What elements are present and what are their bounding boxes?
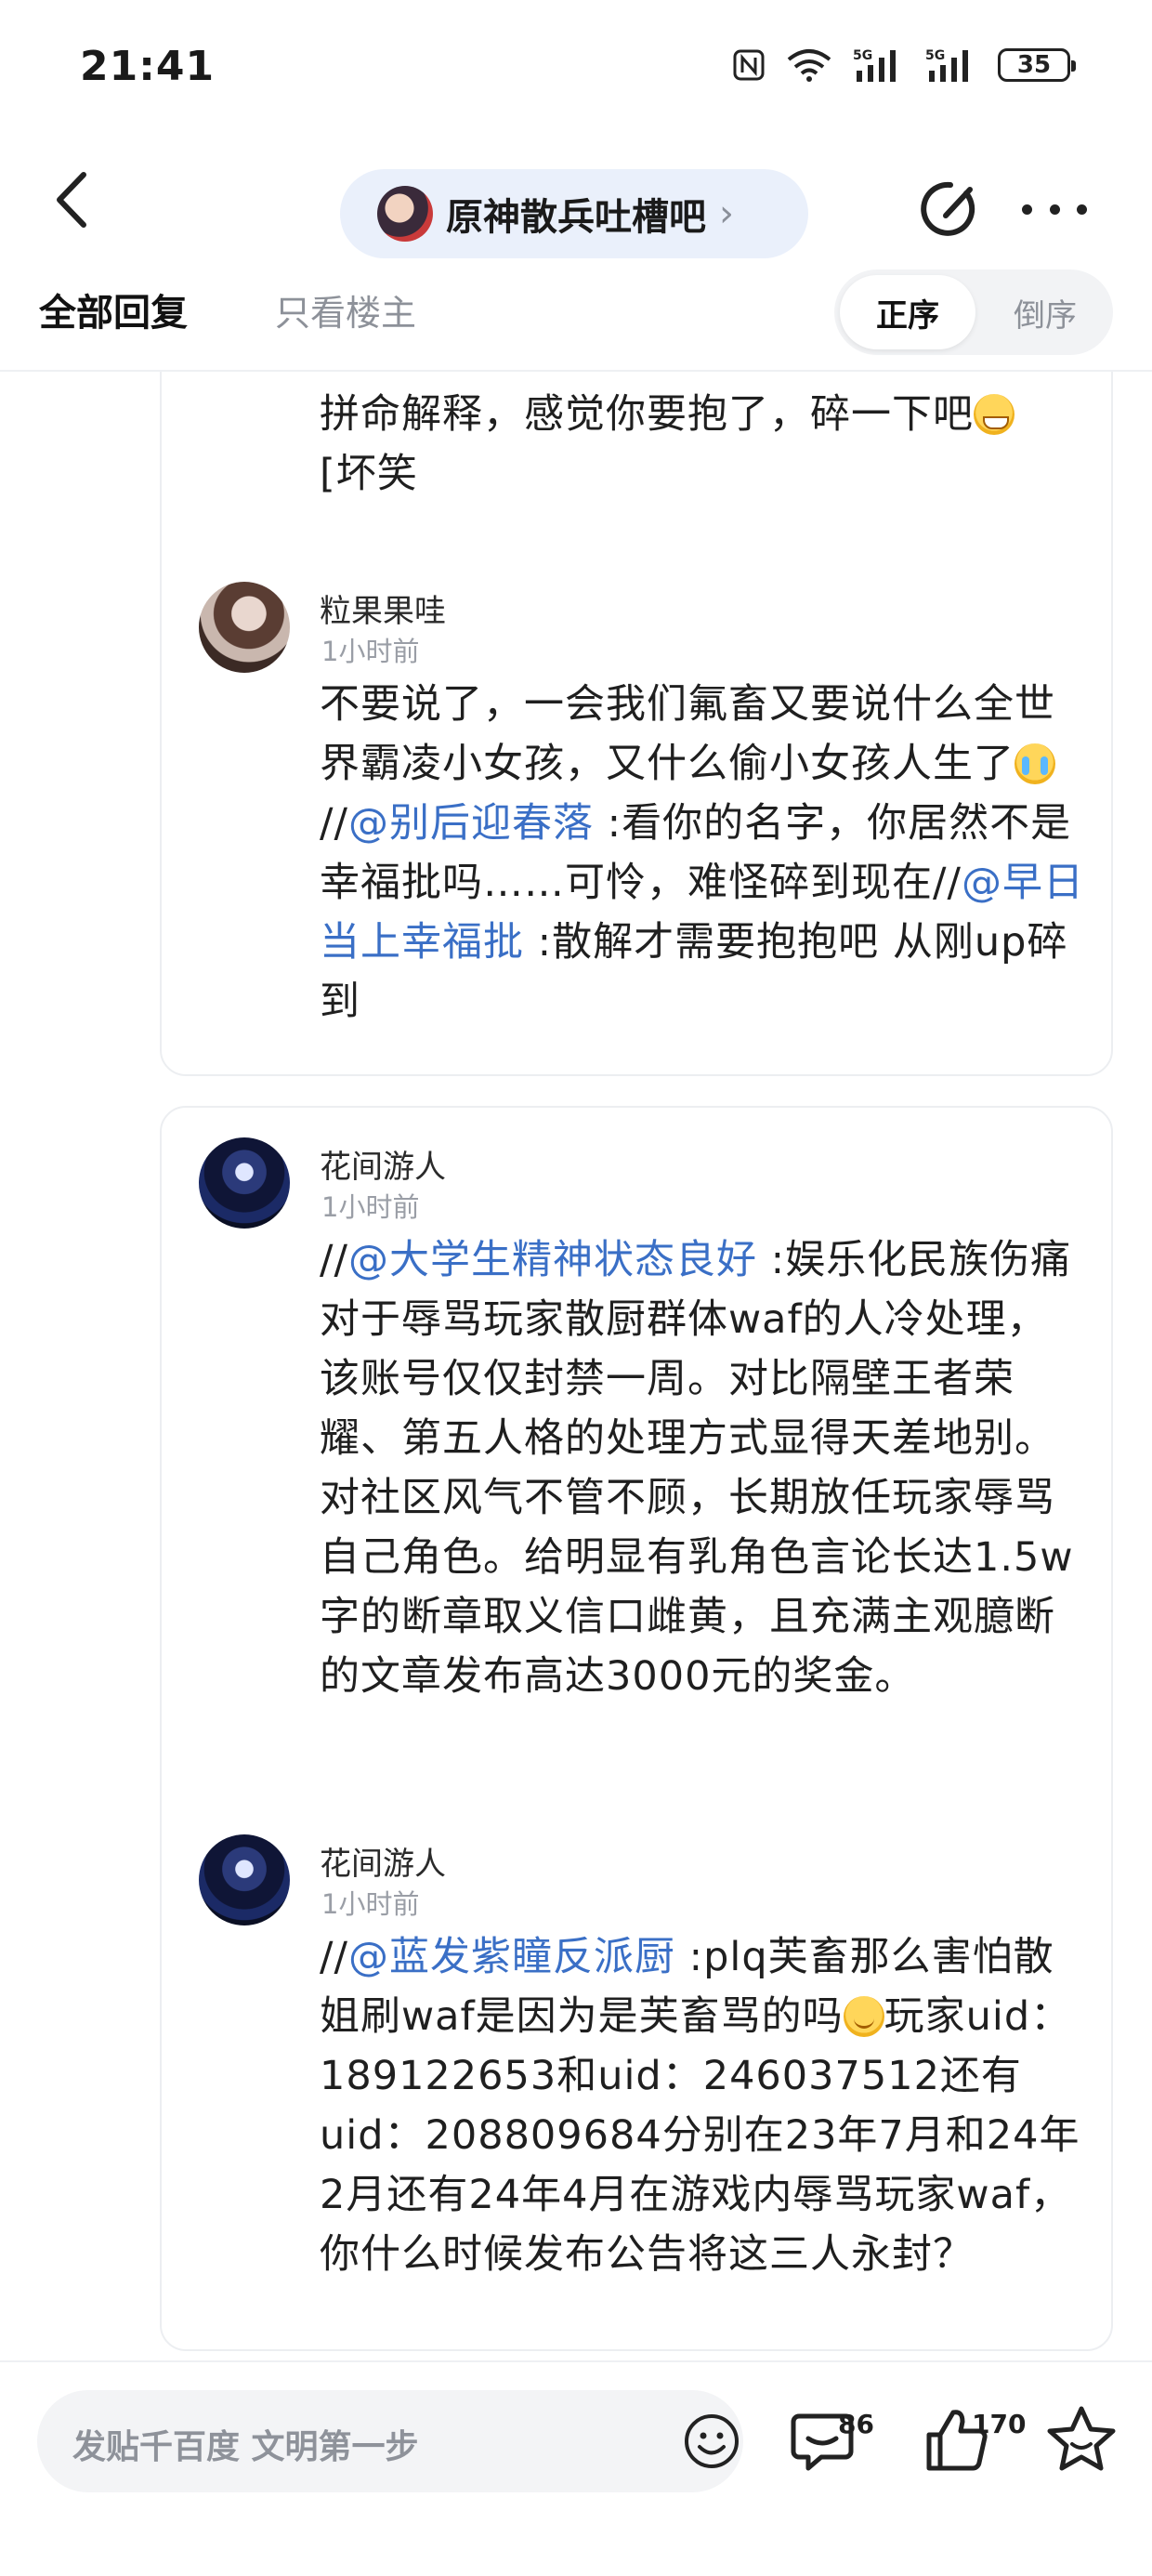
sort-descending-button[interactable]: 倒序 [985, 275, 1106, 349]
reply-tabs: 全部回复 只看楼主 正序 倒序 [0, 269, 1152, 372]
svg-text:5G: 5G [925, 48, 945, 63]
cry-emoji-icon [1015, 743, 1055, 784]
reply-input-placeholder: 发贴千百度 文明第一步 [72, 2428, 419, 2466]
dot-icon [1049, 204, 1060, 215]
grin-emoji-icon [974, 394, 1015, 435]
username[interactable]: 花间游人 [320, 1838, 446, 1884]
wifi-icon [787, 49, 831, 82]
avatar[interactable] [199, 582, 290, 673]
reply-card: 拼命解释，感觉你要抱了，碎一下吧 [坏笑 粒果果哇 1小时前 不要说了，一会我们… [160, 372, 1113, 1076]
forum-name: 原神散兵吐槽吧 [446, 196, 706, 239]
chevron-right-icon: › [719, 192, 734, 235]
tab-all-replies[interactable]: 全部回复 [39, 283, 188, 336]
username[interactable]: 粒果果哇 [320, 585, 446, 631]
reply-card: 花间游人 1小时前 //@大学生精神状态良好 :娱乐化民族伤痛对于辱骂玩家散厨群… [160, 1106, 1113, 2351]
status-icons: 5G 5G 35 [732, 46, 1076, 84]
avatar[interactable] [199, 1834, 290, 1925]
sort-toggle: 正序 倒序 [834, 269, 1113, 355]
forum-link[interactable]: 原神散兵吐槽吧 › [340, 169, 808, 258]
dot-icon [1077, 204, 1087, 215]
nfc-icon [733, 49, 765, 81]
sub-reply-text: //@大学生精神状态良好 :娱乐化民族伤痛对于辱骂玩家散厨群体waf的人冷处理，… [320, 1237, 1074, 1700]
bottom-bar: 发贴千百度 文明第一步 86 170 [0, 2360, 1152, 2576]
status-bar: 21:41 5G 5G 35 [0, 0, 1152, 130]
svg-text:5G: 5G [853, 48, 872, 63]
forum-avatar [377, 186, 433, 242]
more-options-button[interactable] [1022, 191, 1087, 228]
mention-link[interactable]: @别后迎春落 [348, 800, 594, 847]
sort-ascending-button[interactable]: 正序 [840, 275, 975, 349]
username[interactable]: 花间游人 [320, 1141, 446, 1187]
reply-time: 1小时前 [321, 636, 420, 667]
status-time: 21:41 [80, 43, 216, 90]
sub-reply-text: //@蓝发紫瞳反派厨 :plq芙畜那么害怕散姐刷waf是因为是芙畜骂的吗 玩家ui… [320, 1934, 1080, 2278]
tab-op-only[interactable]: 只看楼主 [275, 284, 416, 335]
reply-time: 1小时前 [321, 1191, 420, 1223]
reply-list: 拼命解释，感觉你要抱了，碎一下吧 [坏笑 粒果果哇 1小时前 不要说了，一会我们… [0, 372, 1152, 2360]
mention-link[interactable]: @蓝发紫瞳反派厨 [348, 1934, 675, 1980]
mention-link[interactable]: @大学生精神状态良好 [348, 1237, 757, 1283]
reply-input[interactable]: 发贴千百度 文明第一步 [37, 2390, 743, 2492]
5g-signal-icon: 5G [853, 48, 896, 82]
reply-time: 1小时前 [321, 1888, 420, 1920]
battery-icon: 35 [998, 48, 1076, 82]
avatar[interactable] [199, 1137, 290, 1229]
star-icon[interactable] [1044, 2403, 1119, 2477]
sub-reply-text: 不要说了，一会我们氟畜又要说什么全世界霸凌小女孩，又什么偷小女孩人生了//@别后… [320, 681, 1084, 1025]
sub-reply-text: 拼命解释，感觉你要抱了，碎一下吧 [坏笑 [320, 385, 1091, 504]
title-bar: 原神散兵吐槽吧 › [0, 130, 1152, 269]
dot-icon [1022, 204, 1032, 215]
back-arrow-icon[interactable] [46, 167, 102, 232]
like-count: 170 [972, 2409, 1027, 2439]
5g-signal-icon: 5G [925, 48, 968, 82]
emoji-icon[interactable] [683, 2412, 740, 2470]
edit-icon[interactable] [920, 177, 981, 242]
comment-count: 86 [838, 2409, 874, 2439]
smile-emoji-icon [843, 1996, 884, 2037]
